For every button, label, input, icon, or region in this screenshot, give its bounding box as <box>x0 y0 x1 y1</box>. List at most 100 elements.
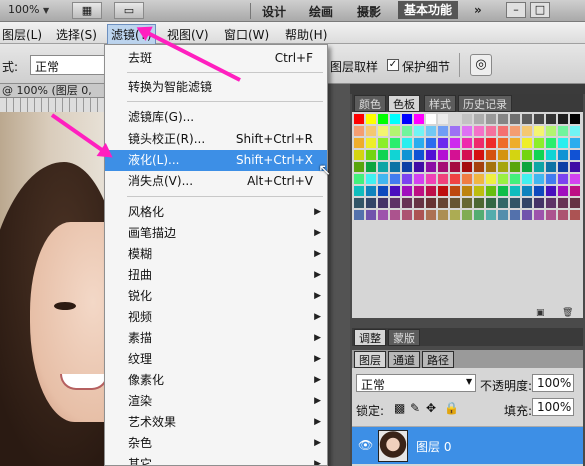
color-swatch[interactable] <box>426 150 436 160</box>
color-swatch[interactable] <box>486 162 496 172</box>
color-swatch[interactable] <box>486 126 496 136</box>
submenu-sharpen[interactable]: 锐化 ▶ <box>105 286 327 307</box>
color-swatch[interactable] <box>354 162 364 172</box>
submenu-distort[interactable]: 扭曲 ▶ <box>105 265 327 286</box>
color-swatch[interactable] <box>474 126 484 136</box>
color-swatch[interactable] <box>414 198 424 208</box>
color-swatch[interactable] <box>486 210 496 220</box>
color-swatch[interactable] <box>438 186 448 196</box>
color-swatch[interactable] <box>486 114 496 124</box>
color-swatch[interactable] <box>510 162 520 172</box>
tab-history[interactable]: 历史记录 <box>458 95 512 112</box>
submenu-artistic[interactable]: 艺术效果 ▶ <box>105 412 327 433</box>
chevron-down-icon[interactable]: ▼ <box>466 377 472 386</box>
color-swatch[interactable] <box>354 210 364 220</box>
color-swatch[interactable] <box>474 138 484 148</box>
tab-channels[interactable]: 通道 <box>388 351 420 368</box>
color-swatch[interactable] <box>462 174 472 184</box>
color-swatch[interactable] <box>570 186 580 196</box>
color-swatch[interactable] <box>534 114 544 124</box>
color-swatch[interactable] <box>390 210 400 220</box>
color-swatch[interactable] <box>522 150 532 160</box>
color-swatch[interactable] <box>390 138 400 148</box>
color-swatch[interactable] <box>462 186 472 196</box>
lock-position-icon[interactable]: ✥ <box>426 401 436 415</box>
color-swatch[interactable] <box>450 198 460 208</box>
color-swatch[interactable] <box>378 162 388 172</box>
tab-masks[interactable]: 蒙版 <box>388 329 420 346</box>
color-swatch[interactable] <box>462 162 472 172</box>
color-swatch[interactable] <box>498 174 508 184</box>
color-swatch[interactable] <box>570 162 580 172</box>
menu-window[interactable]: 窗口(W) <box>224 26 269 43</box>
color-swatch[interactable] <box>558 150 568 160</box>
color-swatch[interactable] <box>570 138 580 148</box>
color-swatch[interactable] <box>498 114 508 124</box>
color-swatch[interactable] <box>534 150 544 160</box>
color-swatch[interactable] <box>414 186 424 196</box>
workspace-painting[interactable]: 绘画 <box>309 3 333 20</box>
submenu-pixelate[interactable]: 像素化 ▶ <box>105 370 327 391</box>
workspace-design[interactable]: 设计 <box>262 3 286 20</box>
color-swatch[interactable] <box>402 162 412 172</box>
visibility-eye-icon[interactable]: 👁 <box>358 438 373 452</box>
delete-swatch-icon[interactable]: 🗑 <box>562 308 573 318</box>
color-swatch[interactable] <box>510 114 520 124</box>
color-swatch[interactable] <box>570 114 580 124</box>
color-swatch[interactable] <box>522 126 532 136</box>
color-swatch[interactable] <box>414 114 424 124</box>
color-swatch[interactable] <box>366 138 376 148</box>
color-swatch[interactable] <box>354 198 364 208</box>
color-swatch[interactable] <box>378 174 388 184</box>
color-swatch[interactable] <box>534 210 544 220</box>
submenu-video[interactable]: 视频 ▶ <box>105 307 327 328</box>
color-swatch[interactable] <box>498 126 508 136</box>
color-swatch[interactable] <box>510 210 520 220</box>
color-swatch[interactable] <box>558 198 568 208</box>
color-swatch[interactable] <box>378 210 388 220</box>
color-swatch[interactable] <box>570 198 580 208</box>
screen-mode-button[interactable]: ▭ <box>114 2 144 19</box>
color-swatch[interactable] <box>366 174 376 184</box>
color-swatch[interactable] <box>498 150 508 160</box>
color-swatch[interactable] <box>474 150 484 160</box>
color-swatch[interactable] <box>510 186 520 196</box>
color-swatch[interactable] <box>438 114 448 124</box>
color-swatch[interactable] <box>426 174 436 184</box>
submenu-noise[interactable]: 杂色 ▶ <box>105 433 327 454</box>
lock-all-icon[interactable]: 🔒 <box>444 401 459 415</box>
color-swatch[interactable] <box>510 174 520 184</box>
color-swatch[interactable] <box>570 210 580 220</box>
color-swatch[interactable] <box>450 150 460 160</box>
color-swatch[interactable] <box>474 162 484 172</box>
submenu-stylize[interactable]: 风格化 ▶ <box>105 202 327 223</box>
dock-handle[interactable] <box>350 84 585 94</box>
color-swatch[interactable] <box>438 198 448 208</box>
color-swatch[interactable] <box>378 126 388 136</box>
color-swatch[interactable] <box>486 186 496 196</box>
color-swatch[interactable] <box>558 174 568 184</box>
color-swatch[interactable] <box>426 210 436 220</box>
menu-layer[interactable]: 图层(L) <box>2 26 42 43</box>
tablet-pressure-icon[interactable]: ◎ <box>470 54 492 76</box>
color-swatch[interactable] <box>402 186 412 196</box>
color-swatch[interactable] <box>390 150 400 160</box>
color-swatch[interactable] <box>414 210 424 220</box>
color-swatch[interactable] <box>450 162 460 172</box>
color-swatch[interactable] <box>474 186 484 196</box>
tab-adjustments[interactable]: 调整 <box>354 329 386 346</box>
tab-swatches[interactable]: 色板 <box>388 95 420 112</box>
color-swatch[interactable] <box>546 186 556 196</box>
color-swatch[interactable] <box>402 138 412 148</box>
menu-item-lens-correction[interactable]: 镜头校正(R)... Shift+Ctrl+R <box>105 129 327 150</box>
fill-input[interactable]: 100% <box>532 398 574 416</box>
protect-detail-checkbox[interactable]: ✓ <box>387 59 399 71</box>
color-swatch[interactable] <box>546 198 556 208</box>
color-swatch[interactable] <box>414 138 424 148</box>
color-swatch[interactable] <box>402 198 412 208</box>
color-swatch[interactable] <box>402 150 412 160</box>
color-swatch[interactable] <box>438 162 448 172</box>
color-swatch[interactable] <box>522 162 532 172</box>
menu-item-liquify[interactable]: 液化(L)... Shift+Ctrl+X <box>105 150 327 171</box>
color-swatch[interactable] <box>366 162 376 172</box>
